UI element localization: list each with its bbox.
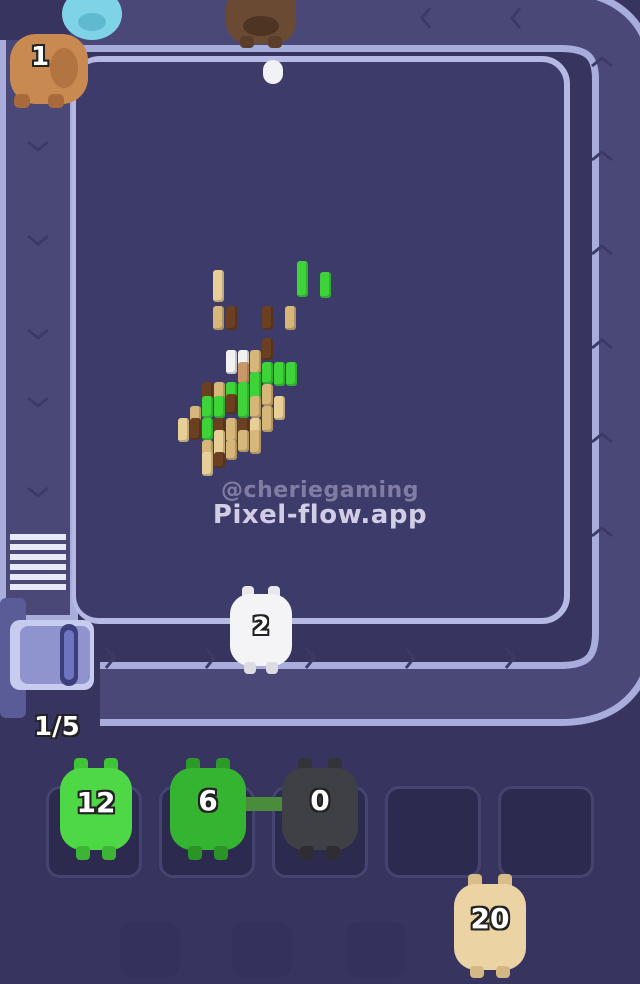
top-pig-tan[interactable]: 1 xyxy=(4,28,90,112)
slot-4[interactable] xyxy=(385,786,481,878)
pixel-block xyxy=(202,396,213,418)
queue-placeholder xyxy=(346,922,406,978)
pixel-block xyxy=(202,452,213,476)
queue-pig-beige[interactable]: 20 xyxy=(452,874,528,980)
pixel-block xyxy=(274,396,285,420)
pig-count: 2 xyxy=(252,612,270,640)
pixel-block xyxy=(238,362,249,384)
pig-icon xyxy=(226,0,296,48)
slot-5[interactable] xyxy=(498,786,594,878)
pixel-block xyxy=(262,384,273,406)
pig-count: 12 xyxy=(76,786,116,819)
slot-pig-lightgreen[interactable]: 12 xyxy=(58,758,134,862)
pixel-block xyxy=(190,418,201,440)
pig-count: 20 xyxy=(470,902,510,935)
pixel-block xyxy=(238,430,249,452)
pig-count: 1 xyxy=(30,42,50,72)
pixel-block xyxy=(214,396,225,418)
pixel-block xyxy=(226,306,237,330)
top-pig-brown[interactable] xyxy=(222,0,300,56)
pixel-block xyxy=(226,394,237,414)
bullet xyxy=(263,60,283,84)
pixel-block xyxy=(213,270,224,302)
pixel-board xyxy=(76,62,564,618)
pig-count: 6 xyxy=(198,784,218,817)
slot-pig-green[interactable]: 6 xyxy=(168,758,248,862)
pixel-block xyxy=(238,396,249,418)
pixel-block xyxy=(262,362,273,384)
pixel-block xyxy=(202,418,213,440)
pixel-block xyxy=(213,306,224,330)
pixel-block xyxy=(262,306,273,330)
pixel-block xyxy=(286,362,297,386)
pixel-block xyxy=(297,261,308,297)
pixel-block xyxy=(262,338,273,360)
conveyor-pig-white[interactable]: 2 xyxy=(228,586,294,676)
pixel-block xyxy=(250,396,261,418)
watermark-site: Pixel-flow.app xyxy=(212,500,428,530)
pixel-block xyxy=(178,418,189,442)
pixel-block xyxy=(320,272,331,298)
pixel-block xyxy=(285,306,296,330)
queue-placeholder xyxy=(232,922,292,978)
pixel-block xyxy=(226,350,237,374)
pixel-block xyxy=(250,430,261,454)
pixel-block xyxy=(226,418,237,442)
slot-pig-black[interactable]: 0 xyxy=(280,758,360,862)
pixel-block xyxy=(262,406,273,432)
pixel-block xyxy=(214,452,225,468)
pixel-block xyxy=(274,362,285,386)
pixel-block xyxy=(226,440,237,460)
queue-counter: 1/5 xyxy=(34,712,80,742)
queue-placeholder xyxy=(120,922,180,978)
pixel-block xyxy=(250,350,261,374)
pig-count: 0 xyxy=(310,784,330,817)
